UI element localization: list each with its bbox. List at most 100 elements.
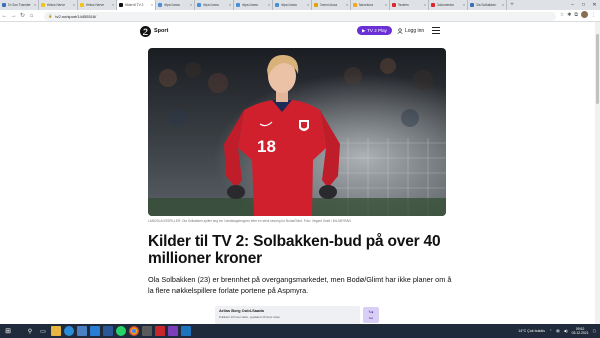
tab-close-icon[interactable]: × <box>190 3 192 7</box>
forward-icon[interactable]: → <box>9 11 18 21</box>
login-link[interactable]: Logg inn <box>397 26 424 35</box>
tab-close-icon[interactable]: × <box>424 3 426 7</box>
browser-tab[interactable]: En Son Transfer × <box>0 0 39 10</box>
profile-avatar[interactable] <box>581 11 588 18</box>
tab-close-icon[interactable]: × <box>385 3 387 7</box>
article-lede: Ola Solbakken (23) er brennhet på overga… <box>148 275 452 295</box>
home-icon[interactable]: ⌂ <box>27 11 36 21</box>
kebab-menu-icon[interactable]: ⋮ <box>591 12 596 18</box>
browser-tab[interactable]: Dnevni Avaz × <box>312 0 351 10</box>
app-icon-4[interactable] <box>181 326 191 336</box>
browser-tab[interactable]: Yellow Nerve × <box>78 0 117 10</box>
tab-favicon-icon <box>119 3 123 7</box>
clock[interactable]: 09:52 03.12.2021 <box>572 327 589 335</box>
jersey-number: 18 <box>257 137 276 156</box>
tab-favicon-icon <box>236 3 240 7</box>
url-text: tv2.no/sport/14455516/ <box>55 13 97 19</box>
chevron-up-icon[interactable]: ⌃ <box>549 329 552 333</box>
tab-close-icon[interactable]: × <box>463 3 465 7</box>
system-tray: 14°C Çok bulutlu ⌃ ▤ ◀) 09:52 03.12.2021… <box>518 324 596 338</box>
tab-close-icon[interactable]: × <box>346 3 348 7</box>
browser-tab[interactable]: Barcelona × <box>351 0 390 10</box>
task-view-icon[interactable]: ▭ <box>38 326 48 336</box>
tab-close-icon[interactable]: × <box>151 3 153 7</box>
author-card: Arilas Borg Ould-Saada Publisert 10 time… <box>215 306 360 324</box>
explorer-icon[interactable] <box>51 326 61 336</box>
star-icon[interactable]: ☆ <box>560 12 564 18</box>
page-scrollbar[interactable] <box>595 22 600 324</box>
share-button[interactable]: ↪ Del <box>363 307 379 323</box>
hamburger-menu-icon[interactable] <box>432 27 440 34</box>
whatsapp-icon[interactable] <box>116 326 126 336</box>
minimize-icon[interactable]: – <box>567 0 578 10</box>
weather-status[interactable]: 14°C Çok bulutlu <box>518 329 545 333</box>
search-icon[interactable]: ⚲ <box>25 326 35 336</box>
tab-close-icon[interactable]: × <box>268 3 270 7</box>
app-icon-1[interactable] <box>142 326 152 336</box>
tab-title: Yellow Nerve <box>46 3 65 7</box>
tab-favicon-icon <box>80 3 84 7</box>
browser-tab[interactable]: Yellow Nerve × <box>39 0 78 10</box>
tv2-play-button[interactable]: ▶ TV 2 Play <box>357 26 392 35</box>
start-icon[interactable]: ⊞ <box>3 326 13 336</box>
user-icon <box>397 27 403 34</box>
tab-favicon-icon <box>158 3 162 7</box>
tab-title: Kilder til TV 2 <box>124 3 144 7</box>
play-icon: ▶ <box>362 27 366 33</box>
tab-close-icon[interactable]: × <box>307 3 309 7</box>
maximize-icon[interactable]: □ <box>578 0 589 10</box>
section-label[interactable]: Sport <box>154 28 168 34</box>
app-icon-3[interactable] <box>168 326 178 336</box>
tab-strip: En Son Transfer × Yellow Nerve × Yellow Nerv… <box>0 0 600 10</box>
reload-icon[interactable]: ↻ <box>18 11 27 21</box>
tab-title: En Son Transfer <box>7 3 31 7</box>
share-label: Del <box>368 316 374 320</box>
edge-icon[interactable] <box>64 326 74 336</box>
tab-favicon-icon <box>353 3 357 7</box>
author-name[interactable]: Arilas Borg Ould-Saada <box>219 308 356 313</box>
word-icon[interactable] <box>103 326 113 336</box>
tab-favicon-icon <box>197 3 201 7</box>
tab-title: https://www <box>280 3 297 7</box>
notification-icon[interactable]: ▢ <box>593 329 596 333</box>
back-icon[interactable]: ← <box>0 11 9 21</box>
browser-toolbar: ← → ↻ ⌂ 🔒 tv2.no/sport/14455516/ ☆ ✱ ⧉ ⋮ <box>0 10 600 22</box>
tab-close-icon[interactable]: × <box>73 3 75 7</box>
tab-close-icon[interactable]: × <box>112 3 114 7</box>
mail-icon[interactable] <box>90 326 100 336</box>
scrollbar-thumb[interactable] <box>596 34 599 104</box>
login-label: Logg inn <box>405 27 425 34</box>
browser-tab[interactable]: https://www × <box>195 0 234 10</box>
hero-image: 18 <box>148 48 446 216</box>
tab-favicon-icon <box>392 3 396 7</box>
address-bar[interactable]: 🔒 tv2.no/sport/14455516/ <box>44 11 556 21</box>
puzzle-icon[interactable]: ⧉ <box>574 12 578 18</box>
windows-taskbar: ⊞ ⚲ ▭ 14°C Çok bulutlu ⌃ ▤ ◀) 09:52 03.1… <box>0 324 600 338</box>
publish-info: Publisert 10 timer siden, oppdatert 10 t… <box>219 314 280 319</box>
browser-tab[interactable]: https://www × <box>156 0 195 10</box>
new-tab-icon[interactable]: + <box>507 0 517 10</box>
tab-close-icon[interactable]: × <box>502 3 504 7</box>
browser-tab[interactable]: Kilder til TV 2 × <box>117 0 156 10</box>
tab-favicon-icon <box>275 3 279 7</box>
browser-tab[interactable]: https://www × <box>234 0 273 10</box>
close-window-icon[interactable]: ✕ <box>589 0 600 10</box>
tab-title: https://www <box>241 3 258 7</box>
tab-close-icon[interactable]: × <box>34 3 36 7</box>
tab-title: https://www <box>163 3 180 7</box>
tab-close-icon[interactable]: × <box>229 3 231 7</box>
browser-tab[interactable]: Ola Solbakken × <box>468 0 507 10</box>
browser-tab[interactable]: Dokumentar × <box>429 0 468 10</box>
extensions-icon[interactable]: ✱ <box>567 12 571 18</box>
site-header: Sport ▶ TV 2 Play Logg inn <box>140 22 446 40</box>
browser-tab[interactable]: https://www × <box>273 0 312 10</box>
chrome-icon[interactable] <box>129 326 139 336</box>
tab-favicon-icon <box>2 3 6 7</box>
clock-date: 03.12.2021 <box>571 331 589 335</box>
app-icon-2[interactable] <box>155 326 165 336</box>
store-icon[interactable] <box>77 326 87 336</box>
browser-tab[interactable]: Reuters × <box>390 0 429 10</box>
volume-icon[interactable]: ◀) <box>564 329 568 333</box>
tv2-logo[interactable] <box>140 25 151 37</box>
network-icon[interactable]: ▤ <box>556 329 559 333</box>
